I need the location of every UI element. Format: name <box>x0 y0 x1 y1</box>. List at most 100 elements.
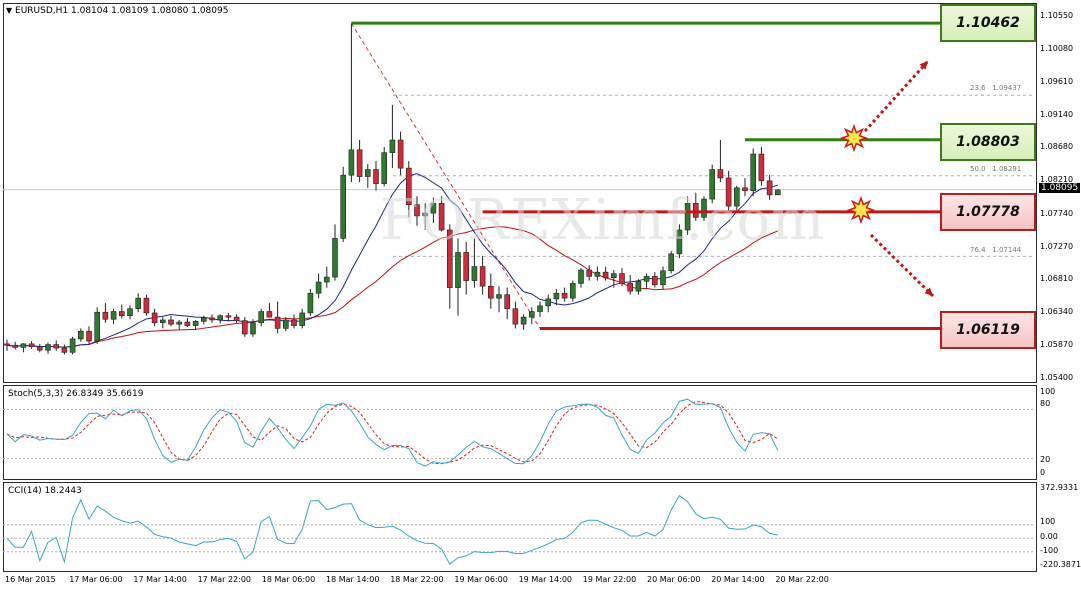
candle-body <box>471 266 478 281</box>
candle-body <box>643 276 650 282</box>
candle-body <box>201 317 207 322</box>
cci-canvas[interactable] <box>3 482 1037 572</box>
candle-body <box>102 311 109 320</box>
price-scale-label: 1.06340 <box>1040 306 1074 316</box>
candle-body <box>332 238 338 278</box>
candle-body <box>660 270 666 286</box>
stochastic-header: Stoch(5,3,3) 26.8349 35.6619 <box>8 389 144 399</box>
cci-scale-max: 372.9331 <box>1040 483 1079 492</box>
candle-body <box>578 269 584 284</box>
dropdown-triangle-icon[interactable]: ▼ <box>6 6 12 15</box>
stochastic-canvas[interactable] <box>3 385 1037 480</box>
candle-body <box>389 139 396 153</box>
candle-body <box>176 321 182 325</box>
candle-body <box>28 343 35 347</box>
price-scale-label: 1.10550 <box>1040 11 1074 20</box>
candle-body <box>717 169 724 179</box>
candle-body <box>356 149 363 177</box>
chart-window[interactable]: ▼ EURUSD,H1 1.08104 1.08109 1.08080 1.08… <box>0 0 1081 591</box>
candle-body <box>209 317 215 321</box>
stoch-scale-0: 0 <box>1040 468 1046 477</box>
time-axis-label: 18 Mar 22:00 <box>390 575 444 584</box>
candle-body <box>496 294 502 299</box>
time-axis-label: 19 Mar 06:00 <box>454 575 508 584</box>
fib-label-236: 23.6 1.09437 <box>970 84 1022 92</box>
candle-body <box>619 273 625 284</box>
candle-body <box>61 347 68 353</box>
stoch-scale-20: 20 <box>1040 455 1051 464</box>
candle-body <box>12 344 18 348</box>
time-axis-label: 16 Mar 2015 <box>5 575 56 584</box>
time-axis-label: 20 Mar 14:00 <box>711 575 765 584</box>
candle-body <box>110 311 117 320</box>
candle-body <box>553 292 560 300</box>
candle-body <box>528 311 535 318</box>
burst-icon-upper <box>839 123 869 153</box>
candle-body <box>266 311 273 318</box>
candle-body <box>627 283 634 292</box>
candle-body <box>282 319 289 329</box>
candle-body <box>69 338 76 353</box>
cci-scale-minus100: -100 <box>1040 546 1059 555</box>
price-scale-label: 1.06810 <box>1040 273 1074 283</box>
price-scale-label: 1.07740 <box>1040 208 1074 218</box>
level-box-2: 1.08803 <box>940 123 1036 161</box>
candle-body <box>217 315 223 321</box>
level-box-3: 1.07778 <box>940 193 1036 231</box>
candle-body <box>545 298 552 307</box>
stoch-signal-line <box>6 401 779 465</box>
candle-body <box>192 321 199 326</box>
candle-body <box>610 273 617 279</box>
candle-body <box>168 319 174 325</box>
candle-body <box>758 153 765 182</box>
time-axis-label: 19 Mar 22:00 <box>582 575 637 584</box>
candle-body <box>586 269 593 277</box>
fib-trend-line <box>350 23 541 329</box>
price-scale-label: 1.05400 <box>1040 373 1074 382</box>
level-box-1: 1.10462 <box>940 4 1036 42</box>
time-axis-label: 17 Mar 06:00 <box>69 575 123 584</box>
arrow-up-head <box>919 61 928 70</box>
candle-body <box>512 308 519 325</box>
symbol-header: ▼ EURUSD,H1 1.08104 1.08109 1.08080 1.08… <box>6 6 228 16</box>
candle-body <box>635 280 642 292</box>
fib-label-500: 50.0 1.08291 <box>970 165 1022 173</box>
candle-body <box>151 312 158 324</box>
candle-body <box>364 169 371 177</box>
current-price-badge: 1.08095 <box>1039 183 1081 193</box>
price-scale-label: 1.08680 <box>1040 142 1074 152</box>
cci-scale-100: 100 <box>1040 517 1056 526</box>
candle-body <box>479 266 486 287</box>
candle-body <box>94 311 100 342</box>
candle-body <box>299 312 306 326</box>
candle-body <box>184 321 191 326</box>
candle-body <box>602 271 609 279</box>
candle-body <box>86 330 92 342</box>
candle-body <box>381 152 388 184</box>
price-scale-label: 1.07270 <box>1040 241 1074 251</box>
candle-body <box>291 319 297 326</box>
candle-body <box>4 343 10 346</box>
candle-body <box>78 330 84 340</box>
price-scale-label: 1.10080 <box>1040 44 1074 54</box>
candle-body <box>250 322 256 335</box>
candle-body <box>160 319 166 324</box>
candle-body <box>373 169 379 184</box>
candle-body <box>53 344 60 349</box>
cci-scale-0: 0.00 <box>1040 532 1058 541</box>
price-scale-label: 1.09610 <box>1040 77 1074 87</box>
candle-body <box>143 297 150 314</box>
watermark: FOREXimf.com <box>380 188 826 253</box>
arrow-down-head <box>924 287 933 296</box>
time-axis-label: 17 Mar 14:00 <box>133 575 187 584</box>
candle-body <box>397 139 404 169</box>
candle-body <box>455 252 461 288</box>
cci-scale-min: -220.3871 <box>1040 560 1081 569</box>
symbol-header-text: EURUSD,H1 1.08104 1.08109 1.08080 1.0809… <box>15 6 229 16</box>
price-scale-label: 1.05870 <box>1040 339 1074 349</box>
burst-icon-lower <box>846 195 876 225</box>
arrow-up <box>863 59 930 133</box>
candle-body <box>307 292 314 314</box>
time-axis-label: 20 Mar 22:00 <box>775 575 829 584</box>
candle-body <box>233 316 240 321</box>
